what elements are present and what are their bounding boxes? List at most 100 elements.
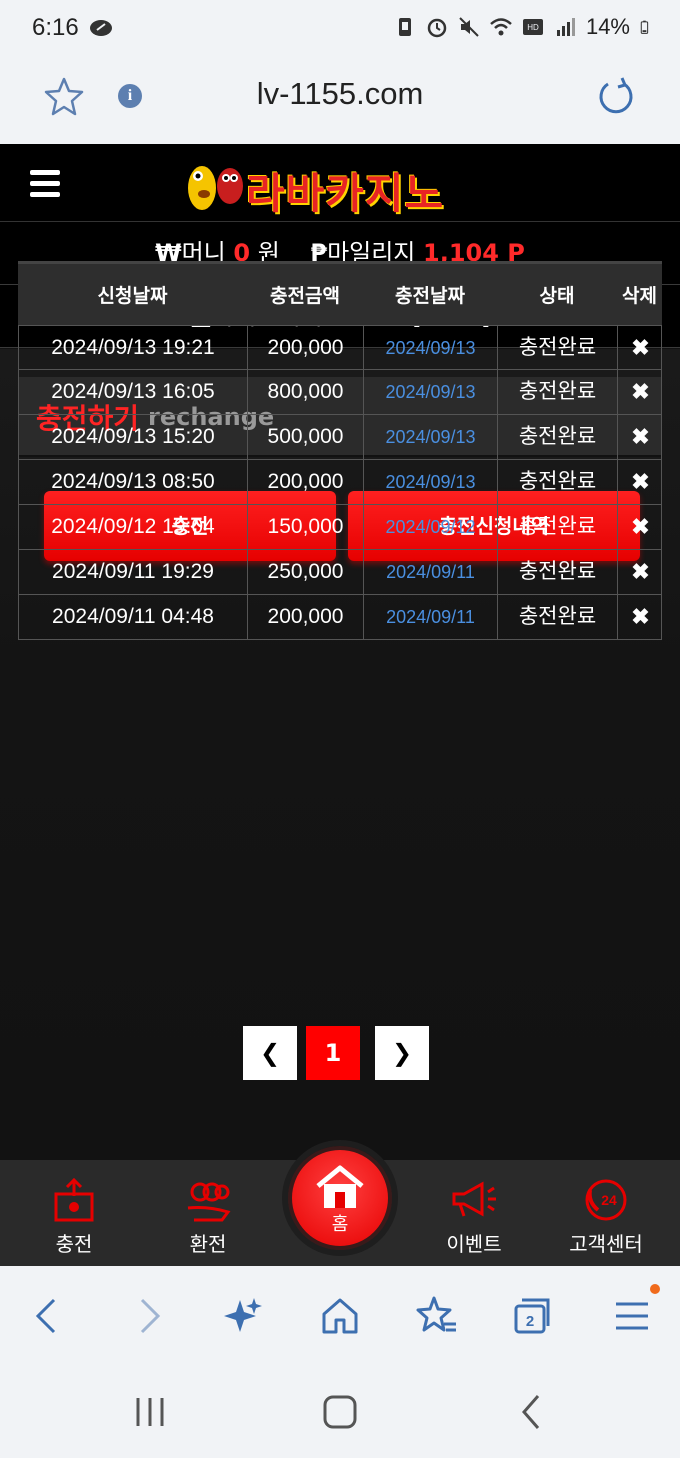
larva-mascot-icon (188, 166, 243, 210)
next-page-button[interactable]: ❯ (375, 1026, 429, 1080)
back-icon[interactable] (26, 1294, 70, 1338)
delete-icon[interactable]: ✖ (618, 370, 663, 414)
recents-icon[interactable] (130, 1392, 170, 1432)
cell-requested: 2024/09/12 19:04 (19, 505, 248, 549)
prev-page-button[interactable]: ❮ (243, 1026, 297, 1080)
delete-icon[interactable]: ✖ (618, 326, 663, 370)
table-row: 2024/09/11 04:48 200,000 2024/09/11 충전완료… (18, 595, 662, 640)
page-1-button[interactable]: 1 (306, 1026, 360, 1080)
delete-icon[interactable]: ✖ (618, 595, 663, 639)
browser-toolbar: 2 (0, 1266, 680, 1366)
delete-icon[interactable]: ✖ (618, 505, 663, 549)
battery-percent: 14% (585, 14, 630, 39)
home-icon (316, 1165, 364, 1208)
cell-status: 충전완료 (498, 415, 618, 459)
forward-icon[interactable] (126, 1294, 170, 1338)
status-time: 6:16 (32, 14, 79, 41)
nav-exchange[interactable]: 환전 (158, 1178, 258, 1257)
coins-hand-icon (187, 1182, 231, 1222)
home-label: 홈 (331, 1214, 349, 1235)
url-field[interactable]: lv-1155.com (0, 76, 680, 112)
hamburger-menu-icon[interactable] (30, 170, 60, 198)
cell-requested: 2024/09/13 19:21 (19, 326, 248, 370)
reload-icon[interactable] (596, 76, 636, 116)
cell-charge-date: 2024/09/13 (364, 370, 498, 414)
sparkle-icon[interactable] (220, 1294, 264, 1338)
cell-requested: 2024/09/13 15:20 (19, 415, 248, 459)
cell-amount: 800,000 (248, 370, 364, 414)
header-charge-date: 충전날짜 (395, 285, 465, 307)
cell-amount: 200,000 (248, 460, 364, 504)
cell-status: 충전완료 (498, 370, 618, 414)
svg-text:HD: HD (527, 23, 539, 32)
table-header: 신청날짜 충전금액 충전날짜 상태 삭제 (18, 261, 662, 325)
table-row: 2024/09/13 16:05 800,000 2024/09/13 충전완료… (18, 370, 662, 415)
battery-icon (640, 20, 649, 34)
svg-text:24: 24 (601, 1192, 617, 1208)
tabs-icon[interactable]: 2 (510, 1294, 554, 1338)
nav-charge-label: 충전 (55, 1232, 93, 1256)
nav-support-label: 고객센터 (569, 1232, 643, 1256)
table-row: 2024/09/13 08:50 200,000 2024/09/13 충전완료… (18, 460, 662, 505)
cell-requested: 2024/09/11 19:29 (19, 550, 248, 594)
wifi-icon (490, 18, 512, 36)
menu-icon[interactable] (610, 1294, 654, 1338)
nfc-icon (398, 18, 411, 36)
table-row: 2024/09/12 19:04 150,000 2024/09/12 충전완료… (18, 505, 662, 550)
notification-dot (650, 1284, 660, 1294)
home-button[interactable]: 홈 (288, 1146, 392, 1250)
system-home-icon[interactable] (320, 1392, 360, 1432)
cell-requested: 2024/09/11 04:48 (19, 595, 248, 639)
cell-amount: 150,000 (248, 505, 364, 549)
home-nav-icon[interactable] (318, 1294, 362, 1338)
megaphone-icon (452, 1181, 496, 1217)
cell-charge-date: 2024/09/13 (364, 460, 498, 504)
system-nav-bar (0, 1366, 680, 1458)
bookmarks-icon[interactable] (414, 1294, 458, 1338)
cell-charge-date: 2024/09/13 (364, 326, 498, 370)
cell-status: 충전완료 (498, 505, 618, 549)
cell-amount: 250,000 (248, 550, 364, 594)
delete-icon[interactable]: ✖ (618, 550, 663, 594)
table-body: 2024/09/13 19:21 200,000 2024/09/13 충전완료… (18, 325, 662, 640)
cell-amount: 200,000 (248, 595, 364, 639)
cell-amount: 500,000 (248, 415, 364, 459)
cell-status: 충전완료 (498, 595, 618, 639)
delete-icon[interactable]: ✖ (618, 415, 663, 459)
site-header: 라바카지노 (0, 144, 680, 222)
cell-amount: 200,000 (248, 326, 364, 370)
charge-box-icon (54, 1178, 94, 1222)
cell-requested: 2024/09/13 16:05 (19, 370, 248, 414)
logo-text: 라바카지노 (246, 169, 445, 218)
nav-exchange-label: 환전 (189, 1232, 227, 1256)
support-24-icon: 24 (585, 1179, 627, 1221)
header-status: 상태 (539, 285, 575, 307)
nav-event-label: 이벤트 (446, 1232, 502, 1256)
table-row: 2024/09/11 19:29 250,000 2024/09/11 충전완료… (18, 550, 662, 595)
mute-icon (459, 17, 479, 37)
cell-charge-date: 2024/09/11 (364, 595, 498, 639)
tab-count: 2 (526, 1313, 534, 1330)
table-row: 2024/09/13 15:20 500,000 2024/09/13 충전완료… (18, 415, 662, 460)
nav-event[interactable]: 이벤트 (424, 1178, 524, 1257)
nav-charge[interactable]: 충전 (24, 1178, 124, 1257)
cell-charge-date: 2024/09/13 (364, 415, 498, 459)
cell-charge-date: 2024/09/11 (364, 550, 498, 594)
cell-charge-date: 2024/09/12 (364, 505, 498, 549)
site-logo[interactable]: 라바카지노 (180, 150, 502, 218)
header-delete: 삭제 (622, 285, 657, 307)
alarm-icon (427, 18, 447, 38)
cell-status: 충전완료 (498, 550, 618, 594)
cell-status: 충전완료 (498, 460, 618, 504)
signal-icon (556, 18, 575, 36)
cell-requested: 2024/09/13 08:50 (19, 460, 248, 504)
header-amount: 충전금액 (270, 285, 340, 307)
nav-support[interactable]: 24 고객센터 (556, 1178, 656, 1257)
cloud-icon (90, 20, 112, 36)
system-back-icon[interactable] (512, 1392, 552, 1432)
table-row: 2024/09/13 19:21 200,000 2024/09/13 충전완료… (18, 325, 662, 370)
hd-voice-icon: HD (522, 19, 543, 35)
status-bar: 6:16 HD 14% (0, 0, 680, 58)
delete-icon[interactable]: ✖ (618, 460, 663, 504)
cell-status: 충전완료 (498, 326, 618, 370)
